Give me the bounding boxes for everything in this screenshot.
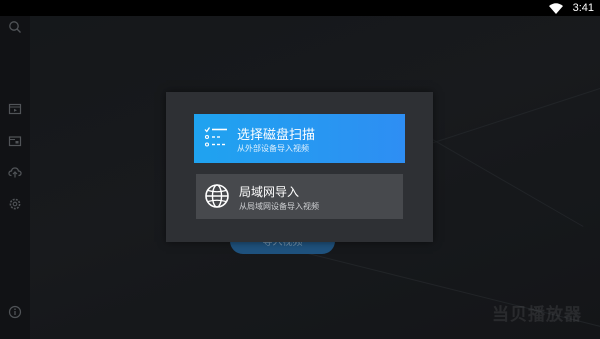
status-bar: 3:41: [0, 0, 600, 16]
scan-disk-title: 选择磁盘扫描: [237, 128, 316, 143]
lan-import-subtitle: 从局域网设备导入视频: [239, 202, 319, 211]
lan-import-option[interactable]: 局域网导入 从局域网设备导入视频: [196, 174, 403, 219]
checklist-icon: [204, 127, 227, 147]
lan-import-title: 局域网导入: [239, 185, 300, 199]
import-source-dialog: 选择磁盘扫描 从外部设备导入视频 局域网导入 从局域网设备导入视频: [166, 92, 433, 242]
scan-disk-subtitle: 从外部设备导入视频: [237, 144, 309, 153]
clock: 3:41: [572, 2, 594, 14]
globe-icon: [205, 184, 229, 208]
status-indicators: 3:41: [548, 0, 594, 16]
wifi-icon: [548, 2, 563, 14]
scan-disk-option[interactable]: 选择磁盘扫描 从外部设备导入视频: [194, 114, 405, 163]
